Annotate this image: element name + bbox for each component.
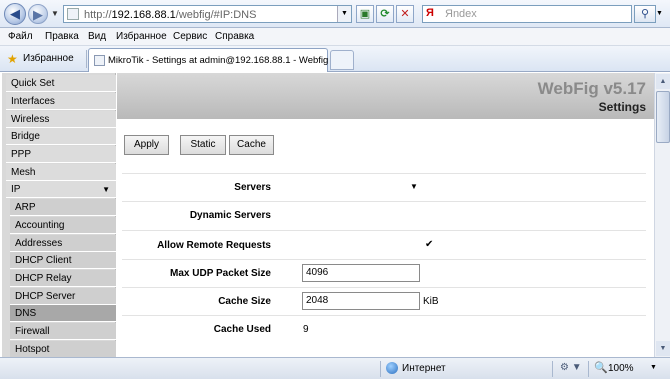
status-bar: Интернет ⚙ ▼ 🔍 100% ▼: [0, 357, 670, 379]
page-icon: [94, 55, 105, 66]
sidebar-item-dhcp-client[interactable]: DHCP Client: [10, 252, 116, 269]
allow-remote-checkbox[interactable]: ✔: [425, 240, 435, 250]
menu-edit[interactable]: Правка: [45, 31, 79, 42]
max-udp-field[interactable]: 4096: [302, 264, 420, 282]
cache-button[interactable]: Cache: [229, 135, 274, 155]
globe-icon: [386, 362, 398, 374]
dynamic-servers-row: Dynamic Servers: [122, 201, 646, 229]
sidebar-item-ip[interactable]: IP ▼: [6, 181, 116, 198]
max-udp-label: Max UDP Packet Size: [170, 268, 271, 279]
cache-used-row: Cache Used 9: [122, 315, 646, 343]
url-path: /webfig/#IP:DNS: [175, 9, 257, 21]
cache-used-value: 9: [303, 324, 309, 335]
sidebar-item-accounting[interactable]: Accounting: [10, 217, 116, 234]
compatibility-view-icon[interactable]: ▣: [356, 5, 374, 23]
divider: [552, 361, 553, 377]
url-dropdown-icon[interactable]: ▼: [337, 6, 351, 22]
sidebar-item-dhcp-server[interactable]: DHCP Server: [10, 288, 116, 305]
favorites-star-icon[interactable]: ★: [7, 52, 18, 66]
address-toolbar: ◀ ▶ ▼ http://192.168.88.1/webfig/#IP:DNS…: [0, 0, 670, 28]
menu-tools[interactable]: Сервис: [173, 31, 207, 42]
url-host: 192.168.88.1: [111, 9, 176, 21]
sidebar-item-interfaces[interactable]: Interfaces: [6, 93, 116, 110]
zoom-icon[interactable]: 🔍: [594, 361, 608, 374]
cache-size-label: Cache Size: [218, 296, 271, 307]
zoom-level[interactable]: 100%: [608, 363, 634, 374]
security-zone-label: Интернет: [402, 363, 446, 374]
allow-remote-label: Allow Remote Requests: [157, 240, 271, 251]
forward-button[interactable]: ▶: [28, 4, 48, 24]
scrollbar-thumb[interactable]: [656, 91, 670, 143]
protected-mode-icon[interactable]: ⚙ ▼: [560, 362, 582, 373]
cache-size-field[interactable]: 2048: [302, 292, 420, 310]
menu-favorites[interactable]: Избранное: [116, 31, 167, 42]
sidebar-item-ppp[interactable]: PPP: [6, 146, 116, 163]
servers-row: Servers ▼: [122, 173, 646, 201]
divider: [380, 361, 381, 377]
back-button[interactable]: ◀: [4, 3, 26, 25]
sidebar-item-hotspot[interactable]: Hotspot: [10, 341, 116, 357]
url-text[interactable]: http://192.168.88.1/webfig/#IP:DNS: [84, 9, 256, 21]
search-placeholder: Яndex: [445, 8, 477, 20]
webfig-page: Quick Set Interfaces Wireless Bridge PPP…: [0, 73, 654, 357]
favorites-button[interactable]: Избранное: [23, 53, 74, 64]
sidebar-item-bridge[interactable]: Bridge: [6, 128, 116, 145]
sidebar: Quick Set Interfaces Wireless Bridge PPP…: [2, 73, 116, 357]
max-udp-row: Max UDP Packet Size 4096: [122, 259, 646, 287]
menu-view[interactable]: Вид: [88, 31, 106, 42]
scroll-up-icon[interactable]: ▲: [656, 74, 670, 89]
new-tab-button[interactable]: [330, 50, 354, 70]
triangle-down-icon: ▼: [102, 185, 110, 194]
divider: [86, 50, 87, 68]
url-field[interactable]: http://192.168.88.1/webfig/#IP:DNS ▼: [63, 5, 352, 23]
history-dropdown-icon[interactable]: ▼: [51, 9, 59, 18]
refresh-icon[interactable]: ⟳: [376, 5, 394, 23]
sidebar-item-quick-set[interactable]: Quick Set: [6, 75, 116, 92]
yandex-logo-icon: Я: [426, 7, 434, 19]
sidebar-item-mesh[interactable]: Mesh: [6, 164, 116, 181]
static-button[interactable]: Static: [180, 135, 226, 155]
menu-help[interactable]: Справка: [215, 31, 254, 42]
page-title: Settings: [598, 100, 646, 114]
zoom-dropdown-icon[interactable]: ▼: [650, 364, 657, 371]
expand-triangle-icon[interactable]: ▼: [410, 182, 418, 191]
divider: [588, 361, 589, 377]
stop-icon[interactable]: ✕: [396, 5, 414, 23]
sidebar-item-dhcp-relay[interactable]: DHCP Relay: [10, 270, 116, 287]
tab-title: MikroTik - Settings at admin@192.168.88.…: [108, 55, 339, 66]
sidebar-item-dns[interactable]: DNS: [10, 305, 116, 322]
allow-remote-row: Allow Remote Requests ✔: [122, 230, 646, 259]
sidebar-item-wireless[interactable]: Wireless: [6, 111, 116, 128]
sidebar-item-label: IP: [11, 184, 21, 195]
page-icon: [67, 8, 79, 20]
scroll-down-icon[interactable]: ▼: [656, 341, 670, 356]
page-header: WebFig v5.17 Settings: [117, 73, 654, 119]
menu-file[interactable]: Файл: [8, 31, 33, 42]
menu-bar: Файл Правка Вид Избранное Сервис Справка: [0, 28, 670, 46]
dynamic-servers-label: Dynamic Servers: [189, 210, 271, 221]
apply-button[interactable]: Apply: [124, 135, 169, 155]
sidebar-item-arp[interactable]: ARP: [10, 199, 116, 216]
tab-bar: ★ Избранное MikroTik - Settings at admin…: [0, 46, 670, 72]
tab-mikrotik-settings[interactable]: MikroTik - Settings at admin@192.168.88.…: [88, 48, 339, 72]
cache-used-label: Cache Used: [213, 324, 271, 335]
sidebar-item-firewall[interactable]: Firewall: [10, 323, 116, 340]
webfig-brand: WebFig v5.17: [537, 79, 646, 98]
search-button[interactable]: ⚲: [634, 5, 656, 23]
servers-label: Servers: [234, 182, 271, 193]
cache-size-unit: KiB: [423, 296, 439, 307]
sidebar-item-addresses[interactable]: Addresses: [10, 235, 116, 252]
cache-size-row: Cache Size 2048 KiB: [122, 287, 646, 315]
url-prefix: http://: [84, 9, 112, 21]
search-options-dropdown-icon[interactable]: ▼: [656, 5, 666, 23]
vertical-scrollbar[interactable]: ▲ ▼: [654, 73, 670, 357]
search-field[interactable]: Я Яndex: [422, 5, 632, 23]
